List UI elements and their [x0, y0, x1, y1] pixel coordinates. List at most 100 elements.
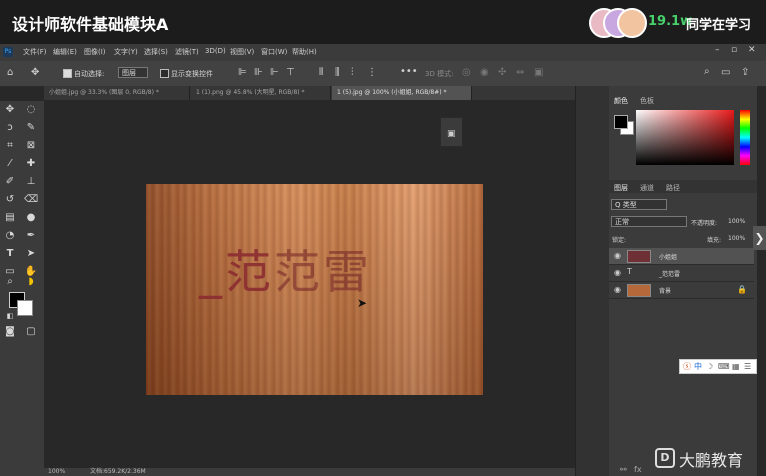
menu-image[interactable]: 图像(I): [84, 47, 106, 57]
menu-view[interactable]: 视图(V): [230, 47, 254, 57]
move-cursor-icon: ➤: [357, 296, 368, 310]
dodge-tool-icon[interactable]: ◔: [3, 229, 17, 243]
roll-3d-icon: ◉: [480, 67, 489, 78]
hue-slider[interactable]: [740, 110, 750, 165]
tab-document-2[interactable]: 1 (1).png @ 45.8% (大明星, RGB/8) *: [191, 86, 331, 100]
magnifier-tool-icon[interactable]: ⌕: [3, 275, 17, 289]
menu-window[interactable]: 窗口(W): [261, 47, 287, 57]
share-icon[interactable]: ⇪: [741, 67, 749, 78]
tab-paths[interactable]: 路径: [666, 183, 680, 193]
distribute-horizontal-icon[interactable]: ⫶: [351, 67, 354, 78]
learner-avatars: [589, 8, 647, 38]
orbit-3d-icon: ◎: [462, 67, 471, 78]
frame-tool-icon[interactable]: ⊠: [24, 139, 38, 153]
healing-tool-icon[interactable]: ✚: [24, 157, 38, 171]
ime-menu-icon[interactable]: ☰: [744, 361, 751, 372]
menu-filter[interactable]: 滤镜(T): [175, 47, 199, 57]
ime-punctuation-icon[interactable]: ☽: [706, 361, 713, 372]
slide-3d-icon: ⇔: [516, 67, 525, 78]
layer-kind-filter[interactable]: Q 类型: [611, 199, 667, 210]
ime-settings-icon[interactable]: ▦: [732, 361, 740, 372]
fill-label: 填充:: [707, 237, 722, 244]
crop-tool-icon[interactable]: ⌗: [3, 139, 17, 153]
default-colors-icon[interactable]: ◧: [3, 309, 17, 323]
restore-icon[interactable]: ▫: [731, 45, 737, 55]
menu-type[interactable]: 文字(Y): [114, 47, 138, 57]
tab-channels[interactable]: 通道: [640, 183, 654, 193]
lock-label: 锁定:: [612, 237, 627, 244]
layer-row[interactable]: ◉ T _范范雷: [609, 265, 754, 282]
panel-expand-arrow-icon[interactable]: ❯: [753, 226, 766, 250]
quick-mask-icon[interactable]: ◙: [3, 325, 17, 339]
menu-3d[interactable]: 3D(D): [205, 47, 226, 55]
zoom-level[interactable]: 100%: [48, 468, 65, 476]
tab-color[interactable]: 颜色: [614, 96, 628, 106]
floating-panel[interactable]: ▣: [440, 117, 463, 147]
tab-document-1[interactable]: 小姐姐.jpg @ 33.3% (图层 0, RGB/8) *: [44, 86, 190, 100]
layers-panel-header: [609, 180, 757, 193]
auto-select-checkbox[interactable]: [63, 69, 72, 78]
distribute-spacing-icon[interactable]: ⋮: [367, 67, 377, 78]
document-info: 文档:659.2K/2.36M: [90, 468, 146, 475]
stamp-tool-icon[interactable]: ⊥: [24, 175, 38, 189]
eraser-tool-icon[interactable]: ⌫: [24, 193, 38, 207]
minimize-icon[interactable]: –: [715, 45, 720, 55]
visibility-eye-icon[interactable]: ◉: [614, 268, 621, 277]
ime-mode-label[interactable]: 中: [694, 361, 702, 372]
blur-tool-icon[interactable]: ●: [24, 211, 38, 225]
visibility-eye-icon[interactable]: ◉: [614, 285, 621, 294]
history-brush-icon[interactable]: ↺: [3, 193, 17, 207]
lasso-tool-icon[interactable]: ↄ: [3, 121, 17, 135]
align-left-icon[interactable]: ⊫: [238, 67, 247, 78]
layer-row[interactable]: ◉ 背景 🔒: [609, 282, 754, 299]
menu-select[interactable]: 选择(S): [144, 47, 168, 57]
layer-name[interactable]: 小姐姐: [659, 252, 677, 261]
path-select-tool-icon[interactable]: ➤: [24, 247, 38, 261]
photoshop-logo-icon: Ps: [3, 47, 13, 57]
more-options-icon[interactable]: •••: [400, 66, 418, 77]
blend-mode-dropdown[interactable]: 正常: [611, 216, 687, 227]
align-top-icon[interactable]: ⊤: [286, 67, 295, 78]
layer-name[interactable]: _范范雷: [659, 269, 680, 278]
layer-name[interactable]: 背景: [659, 286, 671, 295]
screen-mode-icon[interactable]: ▢: [24, 325, 38, 339]
align-right-icon[interactable]: ⊩: [270, 67, 279, 78]
marquee-tool-icon[interactable]: ◌: [24, 103, 38, 117]
tab-layers[interactable]: 图层: [614, 183, 628, 193]
search-icon[interactable]: ⌕: [704, 66, 710, 77]
align-center-icon[interactable]: ⊪: [254, 67, 263, 78]
color-field[interactable]: [636, 110, 734, 165]
ime-keyboard-icon[interactable]: ⌨: [718, 361, 730, 372]
layer-row[interactable]: ◉ 小姐姐: [609, 248, 754, 265]
ime-toolbar[interactable]: ⓢ 中 ☽ ⌨ ▦ ☰: [679, 359, 757, 374]
pen-tool-icon[interactable]: ✒: [24, 229, 38, 243]
tab-document-3[interactable]: 1 (5).jpg @ 100% (小姐姐, RGB/8#) *: [332, 86, 472, 100]
menu-help[interactable]: 帮助(H): [292, 47, 317, 57]
type-tool-icon[interactable]: T: [3, 247, 17, 261]
distribute-icon[interactable]: ⫴: [319, 67, 323, 78]
show-transform-checkbox[interactable]: [160, 69, 169, 78]
visibility-eye-icon[interactable]: ◉: [614, 251, 621, 260]
move-tool-icon[interactable]: ✥: [3, 103, 17, 117]
panel-icon[interactable]: ▣: [447, 129, 456, 139]
tab-swatches[interactable]: 色板: [640, 96, 654, 106]
opacity-value[interactable]: 100%: [728, 218, 745, 225]
layer-style-icon[interactable]: fx: [634, 465, 642, 474]
eyedropper-tool-icon[interactable]: ⁄: [3, 157, 17, 171]
gradient-tool-icon[interactable]: ▤: [3, 211, 17, 225]
distribute-vertical-icon[interactable]: ⫼: [335, 67, 340, 78]
fill-value[interactable]: 100%: [728, 235, 745, 242]
workspace-icon[interactable]: ▭: [721, 67, 730, 78]
home-icon[interactable]: ⌂: [7, 67, 13, 78]
quick-select-tool-icon[interactable]: ✎: [24, 121, 38, 135]
link-layers-icon[interactable]: ⚯: [620, 465, 627, 474]
move-tool-preset-icon[interactable]: ✥: [31, 67, 39, 78]
scale-3d-icon: ▣: [534, 67, 544, 78]
menu-edit[interactable]: 编辑(E): [53, 47, 77, 57]
auto-select-dropdown[interactable]: 图层: [118, 67, 148, 78]
brush-tool-icon[interactable]: ✐: [3, 175, 17, 189]
picker-foreground-swatch[interactable]: [614, 115, 628, 129]
menu-file[interactable]: 文件(F): [23, 47, 47, 57]
background-color-swatch[interactable]: [17, 300, 33, 316]
close-icon[interactable]: ✕: [748, 45, 756, 55]
